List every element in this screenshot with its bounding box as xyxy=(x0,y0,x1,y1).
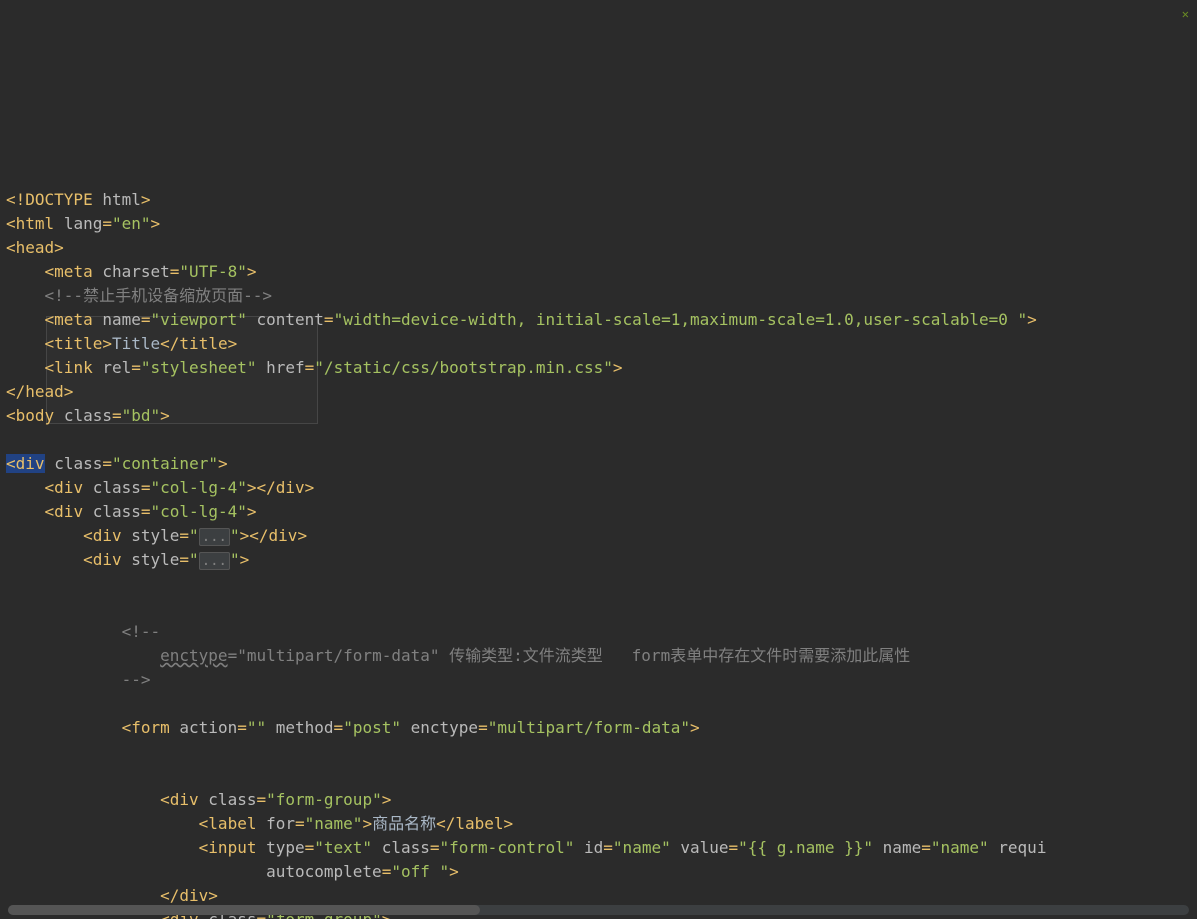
code-line[interactable]: <div style="..."></div> xyxy=(6,524,1197,548)
code-area[interactable]: <!DOCTYPE html><html lang="en"><head> <m… xyxy=(0,184,1197,919)
code-line[interactable]: <form action="" method="post" enctype="m… xyxy=(6,716,1197,740)
scrollbar-thumb[interactable] xyxy=(8,905,480,915)
code-line[interactable]: </head> xyxy=(6,380,1197,404)
code-line[interactable]: <input type="text" class="form-control" … xyxy=(6,836,1197,860)
title-text: Title xyxy=(112,334,160,353)
code-line[interactable]: <div class="container"> xyxy=(6,452,1197,476)
code-line[interactable]: <div class="form-group"> xyxy=(6,788,1197,812)
code-line[interactable]: <label for="name">商品名称</label> xyxy=(6,812,1197,836)
code-line[interactable] xyxy=(6,764,1197,788)
code-line[interactable]: autocomplete="off "> xyxy=(6,860,1197,884)
code-line[interactable]: <div class="col-lg-4"> xyxy=(6,500,1197,524)
code-line[interactable]: <div style="..."> xyxy=(6,548,1197,572)
comment-enctype-attr: enctype xyxy=(160,646,227,665)
code-line[interactable]: <html lang="en"> xyxy=(6,212,1197,236)
code-line[interactable]: <head> xyxy=(6,236,1197,260)
code-line[interactable] xyxy=(6,572,1197,596)
code-line[interactable] xyxy=(6,740,1197,764)
fold-marker[interactable]: ... xyxy=(199,552,230,570)
code-line[interactable]: <!-- xyxy=(6,620,1197,644)
close-icon[interactable]: ✕ xyxy=(1182,2,1189,26)
code-line[interactable]: <link rel="stylesheet" href="/static/css… xyxy=(6,356,1197,380)
code-line[interactable] xyxy=(6,428,1197,452)
code-line[interactable]: <meta name="viewport" content="width=dev… xyxy=(6,308,1197,332)
code-line[interactable] xyxy=(6,692,1197,716)
code-line[interactable]: <div class="col-lg-4"></div> xyxy=(6,476,1197,500)
comment-enctype-val: "multipart/form-data" xyxy=(237,646,439,665)
code-line[interactable]: <meta charset="UTF-8"> xyxy=(6,260,1197,284)
code-line[interactable]: --> xyxy=(6,668,1197,692)
code-line[interactable] xyxy=(6,596,1197,620)
code-line[interactable]: <!--禁止手机设备缩放页面--> xyxy=(6,284,1197,308)
fold-marker[interactable]: ... xyxy=(199,528,230,546)
code-line[interactable]: <body class="bd"> xyxy=(6,404,1197,428)
code-line[interactable]: <!DOCTYPE html> xyxy=(6,188,1197,212)
label-text-name: 商品名称 xyxy=(372,814,436,833)
horizontal-scrollbar[interactable] xyxy=(8,905,1189,915)
code-editor[interactable]: ✕ <!DOCTYPE html><html lang="en"><head> … xyxy=(0,0,1197,919)
code-line[interactable]: <title>Title</title> xyxy=(6,332,1197,356)
comment-enctype-rest: 传输类型:文件流类型 form表单中存在文件时需要添加此属性 xyxy=(440,646,911,665)
code-line[interactable]: enctype="multipart/form-data" 传输类型:文件流类型… xyxy=(6,644,1197,668)
